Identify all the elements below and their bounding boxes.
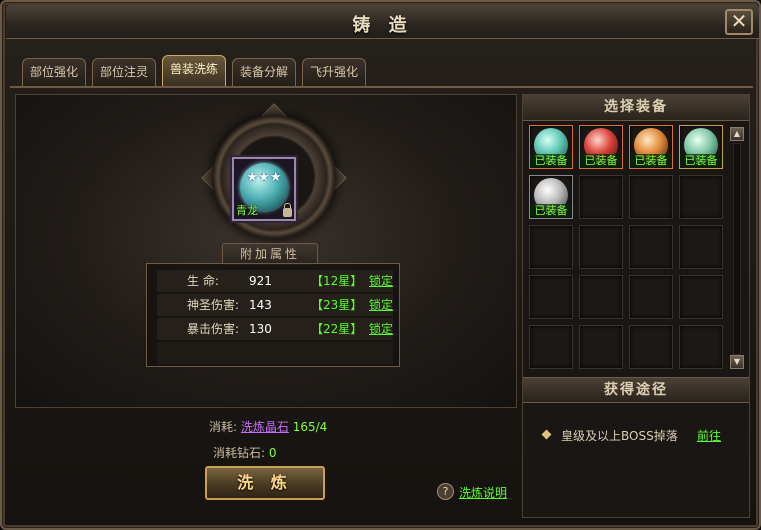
lock-attribute-link[interactable]: 锁定	[369, 270, 393, 292]
cost-label: 消耗:	[209, 420, 238, 434]
empty-slot	[579, 325, 623, 369]
empty-slot	[679, 225, 723, 269]
tab-equip-decompose[interactable]: 装备分解	[232, 58, 296, 86]
forge-window: 铸 造 ✕ 部位强化 部位注灵 兽装洗练 装备分解 飞升强化 ★★★ 青龙 附加…	[0, 0, 761, 530]
attribute-label: 神圣伤害:	[187, 298, 240, 312]
empty-slot	[579, 225, 623, 269]
window-title: 铸 造	[352, 15, 413, 36]
source-row: 皇级及以上BOSS掉落 前往	[541, 427, 743, 445]
empty-slot	[529, 225, 573, 269]
cost-material: 消耗: 洗炼晶石 165/4	[209, 418, 327, 435]
material-link[interactable]: 洗炼晶石	[241, 420, 289, 434]
tab-part-spirit[interactable]: 部位注灵	[92, 58, 156, 86]
material-amount: 165/4	[292, 420, 328, 434]
empty-slot	[679, 275, 723, 319]
attribute-row: 生 命: 921 【12星】 锁定	[157, 270, 393, 292]
select-equipment-header: 选择装备	[523, 95, 749, 121]
equipment-item[interactable]: 已装备	[529, 175, 573, 219]
equipment-item[interactable]: 已装备	[529, 125, 573, 169]
star-icon: ★★★	[246, 170, 282, 185]
close-button[interactable]: ✕	[725, 9, 753, 35]
empty-slot	[529, 325, 573, 369]
equipped-tag: 已装备	[530, 204, 572, 218]
equipped-tag: 已装备	[630, 154, 672, 168]
empty-slot	[679, 175, 723, 219]
lock-attribute-link[interactable]: 锁定	[369, 318, 393, 340]
tab-ascend-enhance[interactable]: 飞升强化	[302, 58, 366, 86]
source-text: 皇级及以上BOSS掉落	[561, 429, 678, 443]
scroll-down-button[interactable]: ▼	[730, 355, 744, 369]
tab-part-enhance[interactable]: 部位强化	[22, 58, 86, 86]
attribute-row-empty	[157, 342, 393, 364]
equipment-grid: 已装备 已装备 已装备 已装备 已装备	[529, 125, 729, 373]
cost-diamonds: 消耗钻石: 0	[213, 444, 277, 461]
attribute-star: 【22星】	[311, 322, 363, 336]
lock-attribute-link[interactable]: 锁定	[369, 294, 393, 316]
attribute-star: 【12星】	[311, 274, 363, 288]
empty-slot	[629, 325, 673, 369]
help-link[interactable]: 洗炼说明	[459, 484, 507, 501]
empty-slot	[629, 225, 673, 269]
diamond-amount: 0	[268, 446, 277, 460]
attributes-box: 生 命: 921 【12星】 锁定 神圣伤害: 143 【23星】 锁定 暴击伤…	[146, 263, 400, 367]
attribute-row: 暴击伤害: 130 【22星】 锁定	[157, 318, 393, 340]
equipment-item[interactable]: 已装备	[579, 125, 623, 169]
diamond-bullet-icon	[541, 429, 552, 440]
equipment-select-panel: 选择装备 已装备 已装备 已装备 已装备 已装备 ▲ ▼ 获得途径 皇级及以上B…	[522, 94, 750, 518]
diamond-label: 消耗钻石:	[213, 446, 266, 460]
equipment-item[interactable]: 已装备	[629, 125, 673, 169]
attribute-value: 143	[249, 298, 272, 312]
attribute-star: 【23星】	[311, 298, 363, 312]
attribute-value: 130	[249, 322, 272, 336]
attributes-header: 附加属性	[222, 243, 318, 265]
tab-beast-refine[interactable]: 兽装洗练	[162, 55, 226, 86]
empty-slot	[629, 175, 673, 219]
empty-slot	[529, 275, 573, 319]
attribute-row: 神圣伤害: 143 【23星】 锁定	[157, 294, 393, 316]
empty-slot	[629, 275, 673, 319]
attribute-label: 暴击伤害:	[187, 322, 240, 336]
empty-slot	[579, 175, 623, 219]
scroll-up-button[interactable]: ▲	[730, 127, 744, 141]
lock-icon	[283, 203, 292, 217]
source-header: 获得途径	[523, 377, 749, 403]
help-icon[interactable]: ?	[437, 483, 454, 500]
empty-slot	[679, 325, 723, 369]
equipped-tag: 已装备	[580, 154, 622, 168]
equipped-tag: 已装备	[680, 154, 722, 168]
goto-link[interactable]: 前往	[697, 427, 721, 444]
equipped-tag: 已装备	[530, 154, 572, 168]
refine-button[interactable]: 洗 炼	[205, 466, 325, 500]
equipment-item[interactable]: 已装备	[679, 125, 723, 169]
title-bar: 铸 造 ✕	[6, 5, 759, 39]
equipment-name: 青龙	[236, 204, 258, 217]
attribute-label: 生 命:	[187, 274, 219, 288]
empty-slot	[579, 275, 623, 319]
cost-area: 消耗: 洗炼晶石 165/4 消耗钻石: 0 洗 炼 ? 洗炼说明	[15, 410, 517, 518]
scrollbar-track[interactable]	[733, 143, 741, 355]
refine-panel: ★★★ 青龙 附加属性 生 命: 921 【12星】 锁定 神圣伤害: 143 …	[15, 94, 517, 408]
equipment-slot[interactable]: ★★★ 青龙	[232, 157, 296, 221]
tab-divider	[10, 86, 753, 88]
attribute-value: 921	[249, 274, 272, 288]
